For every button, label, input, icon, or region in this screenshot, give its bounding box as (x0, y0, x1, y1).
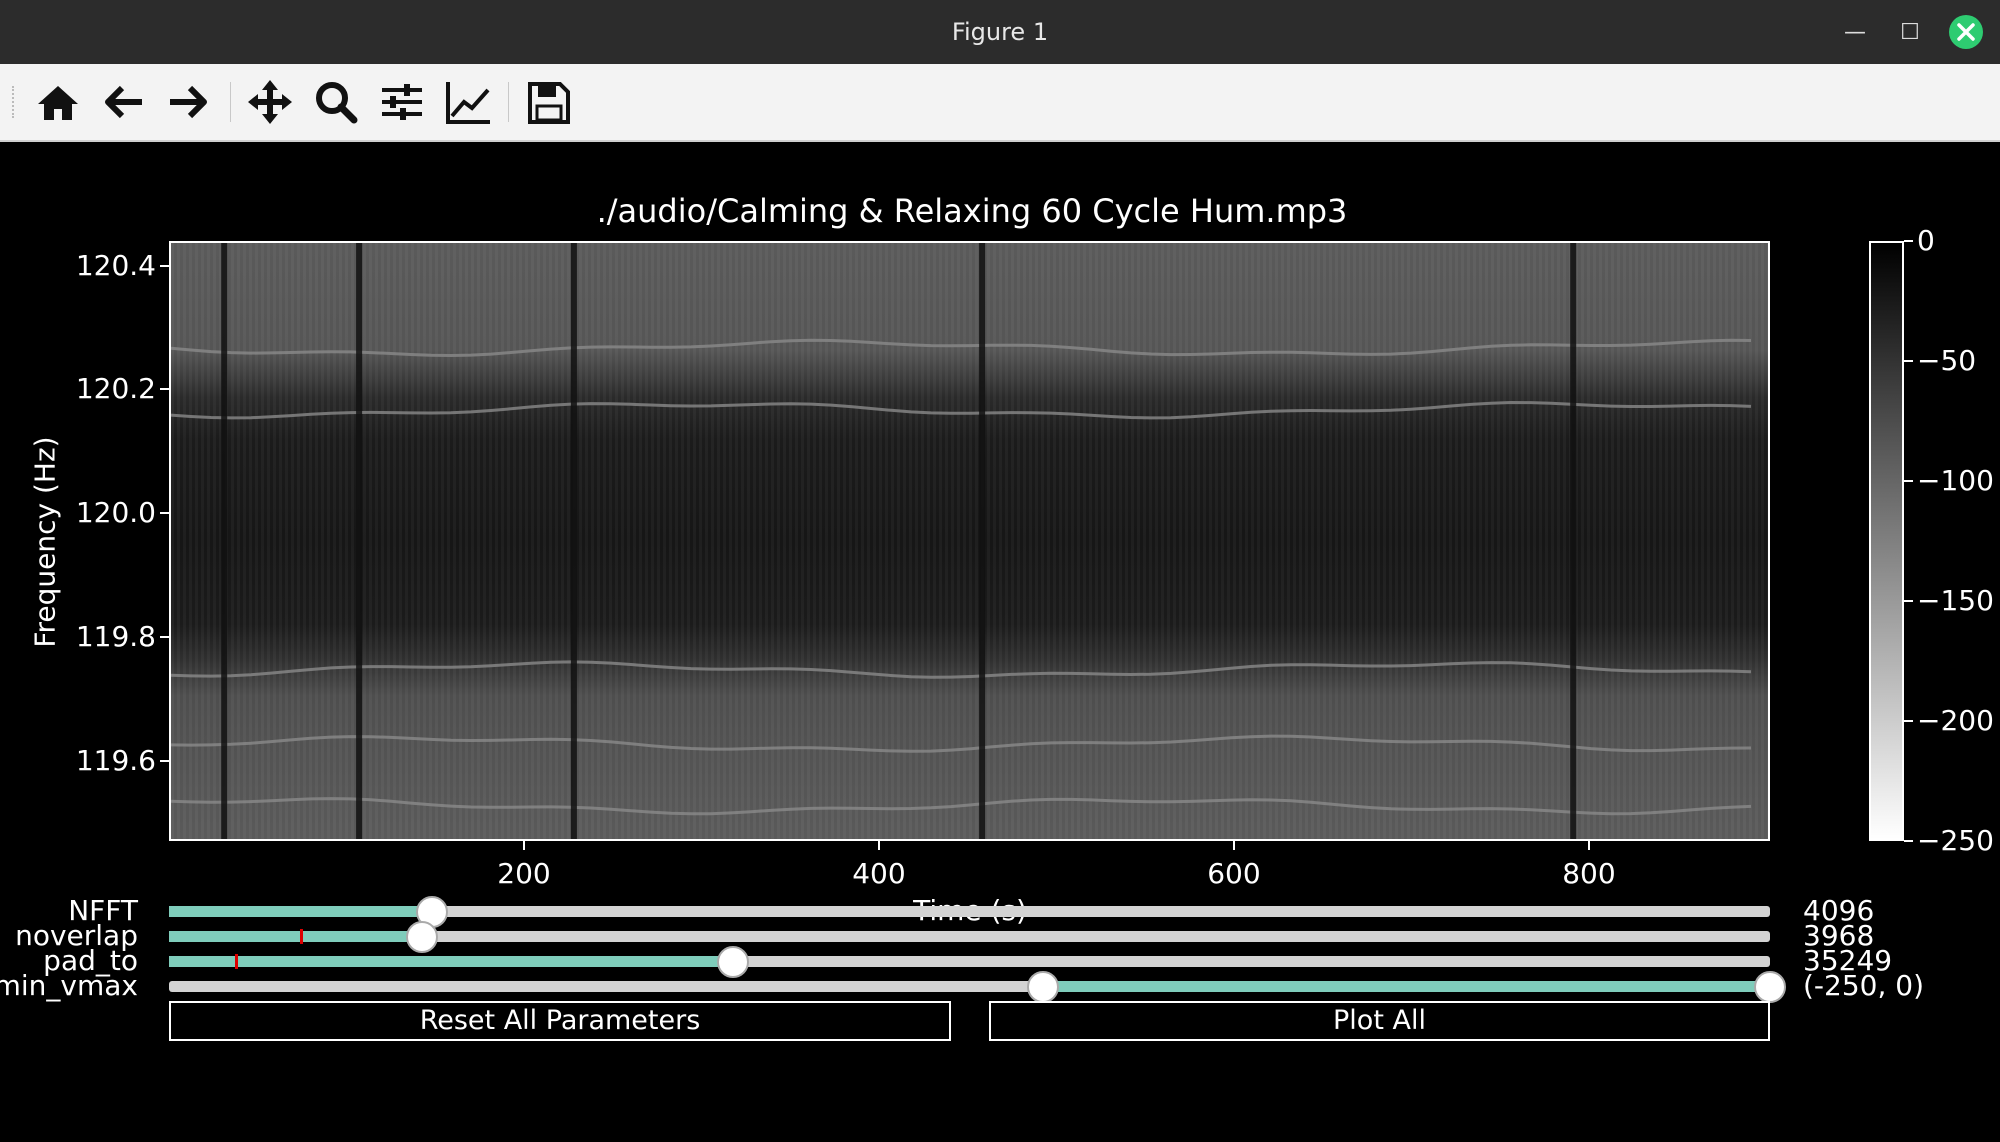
x-tick-mark (522, 841, 525, 850)
toolbar-separator (230, 82, 231, 122)
close-icon[interactable] (1948, 14, 1984, 50)
colorbar-tick-label: −50 (1917, 344, 1977, 377)
colorbar-tick-mark (1904, 600, 1913, 602)
x-tick-label: 400 (852, 857, 906, 890)
edit-axis-icon[interactable] (442, 76, 494, 128)
spectrogram-image (171, 243, 1768, 839)
colorbar-tick-label: 0 (1917, 224, 1935, 257)
slider-pad-to[interactable] (169, 946, 1770, 978)
plot-all-button[interactable]: Plot All (989, 1001, 1770, 1041)
slider-nfft[interactable] (169, 896, 1770, 928)
slider-fill (169, 906, 432, 917)
forward-arrow-icon[interactable] (162, 76, 214, 128)
y-tick-label: 120.4 (75, 248, 156, 282)
back-arrow-icon[interactable] (98, 76, 150, 128)
save-icon[interactable] (522, 76, 574, 128)
y-tick-mark (160, 388, 169, 391)
colorbar (1869, 241, 1904, 841)
dark-vertical-line (570, 243, 577, 839)
y-tick-mark (160, 512, 169, 515)
x-tick-mark (1232, 841, 1235, 850)
home-icon[interactable] (32, 76, 84, 128)
x-tick-mark (1587, 841, 1590, 850)
slider-fill (169, 931, 422, 942)
y-tick-mark (160, 264, 169, 267)
dark-vertical-line (979, 243, 986, 839)
slider-fill (169, 956, 733, 967)
y-tick-mark (160, 759, 169, 762)
x-tick-label: 200 (497, 857, 551, 890)
plot-title: ./audio/Calming & Relaxing 60 Cycle Hum.… (596, 192, 1348, 230)
y-tick-label: 120.0 (75, 496, 156, 530)
y-tick-label: 119.8 (75, 619, 156, 653)
slider-min-vmax[interactable] (169, 971, 1786, 1003)
y-tick-label: 119.6 (75, 743, 156, 777)
colorbar-tick-mark (1904, 840, 1913, 842)
dark-vertical-line (1570, 243, 1577, 839)
y-tick-label: 120.2 (75, 372, 156, 406)
pan-icon[interactable] (244, 76, 296, 128)
slider-fill (1043, 981, 1770, 992)
figure-canvas[interactable]: ./audio/Calming & Relaxing 60 Cycle Hum.… (0, 142, 2000, 1142)
colorbar-tick-mark (1904, 240, 1913, 242)
colorbar-tick-label: −100 (1917, 464, 1994, 497)
dark-vertical-line (221, 243, 228, 839)
colorbar-tick-mark (1904, 720, 1913, 722)
y-tick-mark (160, 635, 169, 638)
spectrogram-axes[interactable] (169, 241, 1770, 841)
colorbar-tick-label: −150 (1917, 584, 1994, 617)
colorbar-tick-mark (1904, 480, 1913, 482)
configure-subplots-icon[interactable] (376, 76, 428, 128)
toolbar-grip[interactable] (12, 86, 18, 118)
x-tick-mark (877, 841, 880, 850)
slider-initial-value-marker (300, 929, 304, 944)
window-title: Figure 1 (951, 18, 1049, 46)
dark-vertical-line (356, 243, 363, 839)
zoom-icon[interactable] (310, 76, 362, 128)
slider-noverlap[interactable] (169, 921, 1770, 953)
toolbar-separator (508, 82, 509, 122)
colorbar-tick-label: −200 (1917, 704, 1994, 737)
window-titlebar: Figure 1 — ☐ (0, 0, 2000, 64)
slider-handle[interactable] (405, 921, 438, 953)
slider-handle[interactable] (1027, 971, 1060, 1003)
x-tick-label: 800 (1562, 857, 1616, 890)
navigation-toolbar (0, 64, 2000, 142)
slider-label: min_vmax (0, 969, 138, 1002)
slider-handle[interactable] (716, 946, 749, 978)
reset-all-parameters-button[interactable]: Reset All Parameters (169, 1001, 951, 1041)
slider-initial-value-marker (234, 954, 238, 969)
minimize-icon[interactable]: — (1838, 16, 1872, 50)
slider-handle[interactable] (1754, 971, 1786, 1003)
y-axis-label: Frequency (Hz) (28, 436, 62, 648)
colorbar-tick-label: −250 (1917, 824, 1994, 857)
x-tick-label: 600 (1207, 857, 1261, 890)
colorbar-tick-mark (1904, 360, 1913, 362)
slider-value: (-250, 0) (1803, 969, 1925, 1002)
maximize-icon[interactable]: ☐ (1893, 16, 1927, 50)
